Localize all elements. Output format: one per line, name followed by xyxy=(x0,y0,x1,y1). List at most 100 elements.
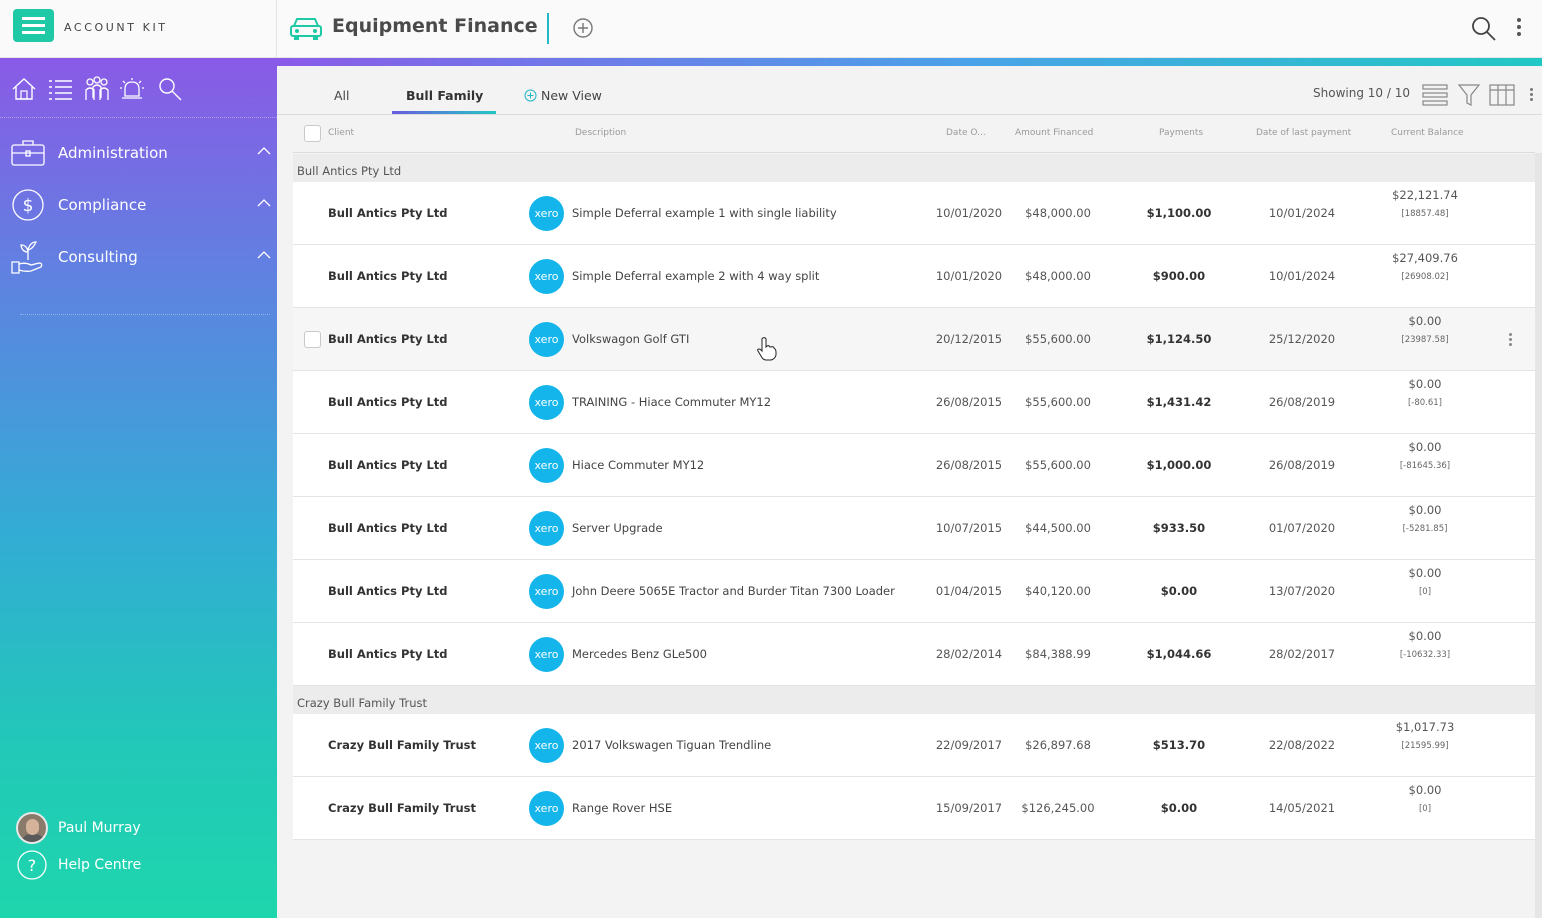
payment-amount: $1,000.00 xyxy=(1146,458,1212,472)
description: Volkswagon Golf GTI xyxy=(572,332,690,346)
last-payment-date: 25/12/2020 xyxy=(1268,332,1336,346)
chevron-up-icon[interactable] xyxy=(256,250,272,260)
help-centre-link[interactable]: ? Help Centre xyxy=(16,849,266,881)
help-icon: ? xyxy=(17,850,47,880)
table-row[interactable]: Crazy Bull Family Trust xero Range Rover H… xyxy=(293,777,1535,840)
people-icon[interactable] xyxy=(83,76,111,102)
columns-icon[interactable] xyxy=(1489,83,1515,107)
table-row[interactable]: Bull Antics Pty Ltd xero Volkswagon Golf G… xyxy=(293,308,1535,371)
sidebar-item-administration[interactable]: Administration xyxy=(0,128,277,180)
tab-bull-family[interactable]: Bull Family xyxy=(406,88,483,103)
table-row[interactable]: Bull Antics Pty Ltd xero Mercedes Benz GLe… xyxy=(293,623,1535,686)
table-row[interactable]: Crazy Bull Family Trust xero 2017 Volkswag… xyxy=(293,714,1535,777)
briefcase-icon xyxy=(11,140,45,166)
date-opened: 10/07/2015 xyxy=(935,521,1003,535)
filter-icon[interactable] xyxy=(1457,83,1481,107)
payment-amount: $1,431.42 xyxy=(1146,395,1212,409)
sidebar-item-label: Administration xyxy=(58,144,168,162)
row-checkbox[interactable] xyxy=(304,331,321,348)
search-icon[interactable] xyxy=(1470,15,1498,43)
column-header-date[interactable]: Date O... xyxy=(946,128,986,138)
balance-detail: [-81645.36] xyxy=(1399,461,1451,471)
date-opened: 20/12/2015 xyxy=(935,332,1003,346)
payment-amount: $933.50 xyxy=(1152,521,1206,535)
sidebar-item-label: Compliance xyxy=(58,196,147,214)
table-row[interactable]: Bull Antics Pty Ltd xero TRAINING - Hiace … xyxy=(293,371,1535,434)
select-all-checkbox[interactable] xyxy=(304,125,321,142)
balance-detail: [26908.02] xyxy=(1401,272,1449,282)
accent-gradient-bar xyxy=(277,58,1542,66)
table-row[interactable]: Bull Antics Pty Ltd xero John Deere 5065E … xyxy=(293,560,1535,623)
last-payment-date: 28/02/2017 xyxy=(1268,647,1336,661)
table-row[interactable]: Bull Antics Pty Ltd xero Simple Deferral e… xyxy=(293,245,1535,308)
client-name: Bull Antics Pty Ltd xyxy=(328,269,448,283)
showing-count: Showing 10 / 10 xyxy=(1313,86,1410,100)
list-view-icon[interactable] xyxy=(1422,83,1448,107)
table-row[interactable]: Bull Antics Pty Ltd xero Server Upgrade 10/… xyxy=(293,497,1535,560)
chevron-up-icon[interactable] xyxy=(256,198,272,208)
column-header-payments[interactable]: Payments xyxy=(1159,128,1203,138)
scrollbar[interactable] xyxy=(1535,153,1542,918)
dollar-icon: $ xyxy=(12,189,44,221)
xero-icon: xero xyxy=(529,511,564,546)
current-balance: $0.00 xyxy=(1408,566,1442,580)
payment-amount: $1,124.50 xyxy=(1146,332,1212,346)
title-divider xyxy=(547,13,549,44)
date-opened: 22/09/2017 xyxy=(935,738,1003,752)
account-kit-logo-icon xyxy=(13,9,54,42)
xero-icon: xero xyxy=(529,385,564,420)
column-header-amount[interactable]: Amount Financed xyxy=(1015,128,1093,138)
current-balance: $0.00 xyxy=(1408,377,1442,391)
search-icon[interactable] xyxy=(157,76,183,102)
column-header-last-payment[interactable]: Date of last payment xyxy=(1256,128,1351,138)
more-options-icon[interactable] xyxy=(1527,86,1535,106)
sidebar-item-compliance[interactable]: $ Compliance xyxy=(0,180,277,232)
column-header-balance[interactable]: Current Balance xyxy=(1391,128,1464,138)
tab-all[interactable]: All xyxy=(334,88,350,103)
table-row[interactable]: Bull Antics Pty Ltd xero Simple Deferral e… xyxy=(293,182,1535,245)
date-opened: 26/08/2015 xyxy=(935,458,1003,472)
balance-detail: [18857.48] xyxy=(1401,209,1449,219)
client-name: Bull Antics Pty Ltd xyxy=(328,584,448,598)
amount-financed: $44,500.00 xyxy=(1025,521,1091,535)
description: Simple Deferral example 1 with single li… xyxy=(572,206,837,220)
amount-financed: $55,600.00 xyxy=(1025,395,1091,409)
page-title: Equipment Finance xyxy=(332,15,538,37)
user-profile-link[interactable]: Paul Murray xyxy=(16,812,266,844)
last-payment-date: 26/08/2019 xyxy=(1268,395,1336,409)
column-header-description[interactable]: Description xyxy=(575,128,626,138)
user-name: Paul Murray xyxy=(58,820,141,836)
active-tab-indicator xyxy=(392,111,496,114)
payment-amount: $0.00 xyxy=(1160,801,1198,815)
main-content: All Bull Family New View Showing 10 / 10… xyxy=(277,66,1542,918)
new-view-button[interactable]: New View xyxy=(524,88,602,103)
xero-icon: xero xyxy=(529,259,564,294)
hand-cursor-icon xyxy=(757,337,777,361)
amount-financed: $55,600.00 xyxy=(1025,458,1091,472)
row-more-icon[interactable] xyxy=(1507,331,1513,349)
alarm-icon[interactable] xyxy=(119,76,145,102)
more-menu-icon[interactable] xyxy=(1510,15,1528,43)
current-balance: $27,409.76 xyxy=(1392,251,1458,265)
table-header: Client Description Date O... Amount Fina… xyxy=(293,115,1535,153)
last-payment-date: 10/01/2024 xyxy=(1268,269,1336,283)
date-opened: 01/04/2015 xyxy=(935,584,1003,598)
sidebar-item-consulting[interactable]: Consulting xyxy=(0,232,277,284)
sidebar-quick-icons xyxy=(0,58,277,118)
last-payment-date: 26/08/2019 xyxy=(1268,458,1336,472)
add-tab-icon[interactable] xyxy=(571,16,595,40)
current-balance: $0.00 xyxy=(1408,440,1442,454)
description: 2017 Volkswagen Tiguan Trendline xyxy=(572,738,772,752)
balance-detail: [-5281.85] xyxy=(1402,524,1448,534)
logo-area[interactable]: ACCOUNT KIT xyxy=(0,0,277,58)
balance-detail: [-10632.33] xyxy=(1399,650,1451,660)
description: Simple Deferral example 2 with 4 way spl… xyxy=(572,269,820,283)
home-icon[interactable] xyxy=(11,76,37,102)
list-icon[interactable] xyxy=(47,76,73,102)
last-payment-date: 13/07/2020 xyxy=(1268,584,1336,598)
chevron-up-icon[interactable] xyxy=(256,146,272,156)
column-header-client[interactable]: Client xyxy=(328,128,354,138)
last-payment-date: 22/08/2022 xyxy=(1268,738,1336,752)
table-row[interactable]: Bull Antics Pty Ltd xero Hiace Commuter MY… xyxy=(293,434,1535,497)
help-centre-label: Help Centre xyxy=(58,857,142,873)
